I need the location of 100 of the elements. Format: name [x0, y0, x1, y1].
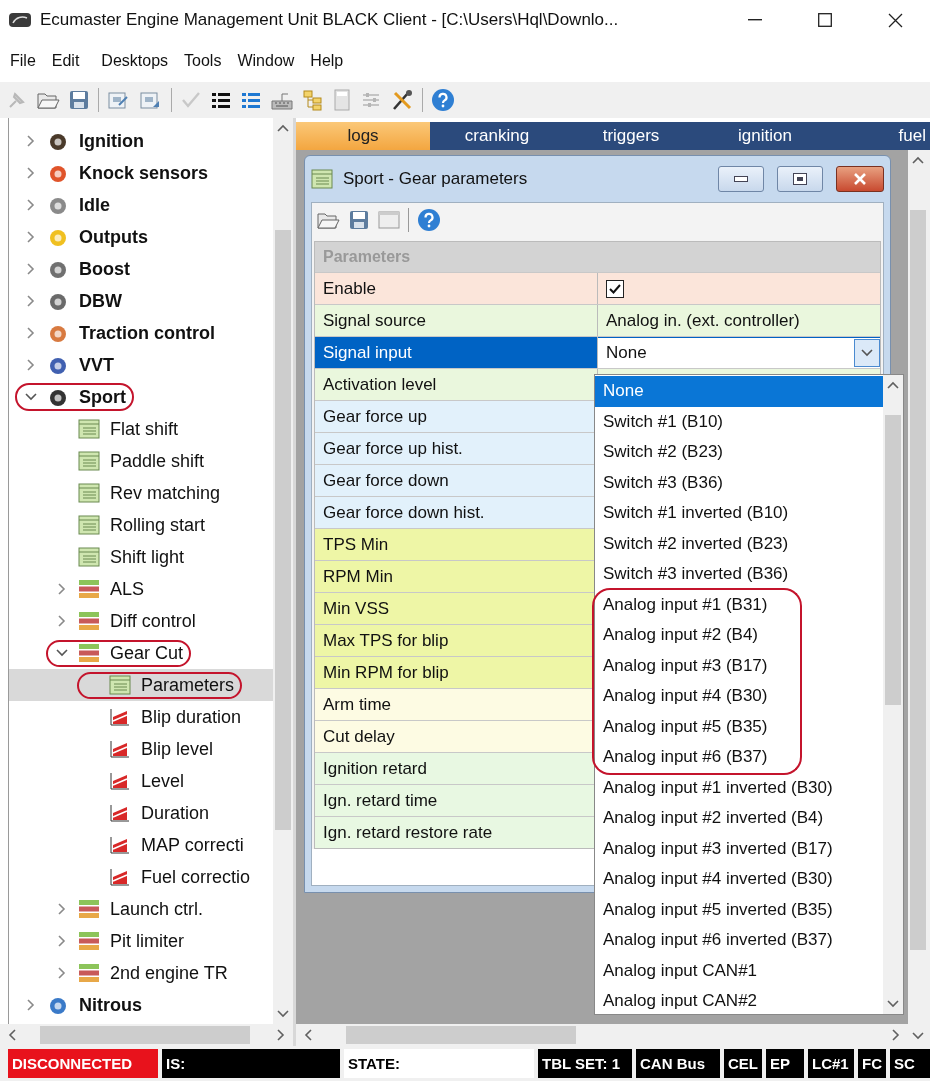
- dropdown-option[interactable]: Switch #3 inverted (B36): [595, 559, 883, 590]
- scroll-right-icon[interactable]: [892, 1029, 900, 1041]
- dropdown-option[interactable]: Analog input #4 (B30): [595, 681, 883, 712]
- chart-icon: [109, 803, 131, 823]
- save-icon[interactable]: [68, 89, 90, 111]
- tree-item[interactable]: VVT: [9, 349, 273, 381]
- status-field: IS:: [162, 1049, 340, 1078]
- help-icon[interactable]: [417, 208, 441, 232]
- tree-item[interactable]: ALS: [9, 573, 273, 605]
- stacked-bars-icon: [78, 899, 100, 919]
- tree-item[interactable]: Shift light: [9, 541, 273, 573]
- horizontal-scrollbar[interactable]: [296, 1024, 908, 1046]
- tree-item[interactable]: Launch ctrl.: [9, 893, 273, 925]
- help-icon[interactable]: [431, 88, 455, 112]
- save-icon[interactable]: [348, 209, 370, 231]
- document-icon[interactable]: [107, 89, 131, 111]
- tree-item[interactable]: Rolling start: [9, 509, 273, 541]
- tree-item[interactable]: 2nd engine TR: [9, 957, 273, 989]
- tree-item[interactable]: Level: [9, 765, 273, 797]
- dropdown-option[interactable]: Switch #2 inverted (B23): [595, 528, 883, 559]
- menu-item[interactable]: Help: [302, 52, 352, 70]
- dropdown-option[interactable]: Analog input #6 (B37): [595, 742, 883, 773]
- table-icon: [78, 483, 100, 503]
- status-field: DISCONNECTED: [8, 1049, 158, 1078]
- tree-item[interactable]: MAP correcti: [9, 829, 273, 861]
- vertical-scrollbar[interactable]: [883, 375, 903, 1014]
- app-logo-icon: [8, 11, 32, 29]
- scroll-up-icon[interactable]: [912, 156, 924, 164]
- scroll-down-icon[interactable]: [912, 1032, 924, 1040]
- scroll-down-icon[interactable]: [277, 1010, 289, 1018]
- stacked-bars-icon: [78, 643, 100, 663]
- menu-item[interactable]: Desktops: [93, 52, 177, 70]
- menu-item[interactable]: Window: [229, 52, 303, 70]
- dropdown-option[interactable]: Switch #1 (B10): [595, 406, 883, 437]
- dropdown-option[interactable]: Analog input #1 inverted (B30): [595, 772, 883, 803]
- checkbox[interactable]: [606, 279, 624, 298]
- tree-item[interactable]: Outputs: [9, 221, 273, 253]
- tree-item[interactable]: Paddle shift: [9, 445, 273, 477]
- dropdown-option[interactable]: Analog input #3 inverted (B17): [595, 833, 883, 864]
- tree-item[interactable]: Flat shift: [9, 413, 273, 445]
- tree-item[interactable]: Duration: [9, 797, 273, 829]
- tree-item[interactable]: DBW: [9, 285, 273, 317]
- tree-icon[interactable]: [302, 89, 324, 111]
- close-button[interactable]: [836, 166, 884, 192]
- tree-item[interactable]: Diff control: [9, 605, 273, 637]
- tree-item[interactable]: Blip level: [9, 733, 273, 765]
- dropdown-option[interactable]: Analog input #5 inverted (B35): [595, 894, 883, 925]
- tree-item[interactable]: Traction control: [9, 317, 273, 349]
- tree-item[interactable]: Knock sensors: [9, 157, 273, 189]
- minimize-icon[interactable]: [734, 176, 748, 182]
- restore-button[interactable]: [777, 166, 823, 192]
- menu-item[interactable]: Edit: [43, 52, 88, 70]
- dropdown-option[interactable]: Analog input #3 (B17): [595, 650, 883, 681]
- restore-icon[interactable]: [793, 173, 807, 185]
- status-field: CAN Bus: [636, 1049, 720, 1078]
- dropdown-option[interactable]: Analog input #6 inverted (B37): [595, 925, 883, 956]
- menu-item[interactable]: Tools: [176, 52, 230, 70]
- scroll-down-icon[interactable]: [887, 1000, 899, 1008]
- dropdown-option[interactable]: Analog input CAN#1: [595, 955, 883, 986]
- tools-icon[interactable]: [390, 89, 414, 111]
- minimize-icon[interactable]: [748, 19, 762, 21]
- dropdown-option[interactable]: None: [595, 376, 883, 407]
- tree-item[interactable]: Gear Cut: [9, 637, 273, 669]
- tree-item[interactable]: Pit limiter: [9, 925, 273, 957]
- tree-item[interactable]: Parameters: [9, 669, 273, 701]
- horizontal-scrollbar[interactable]: [0, 1024, 293, 1046]
- status-field: LC#1: [808, 1049, 854, 1078]
- chart-icon: [109, 707, 131, 727]
- tree-item[interactable]: Sport: [9, 381, 273, 413]
- tree-item[interactable]: Fuel correctio: [9, 861, 273, 893]
- dropdown-field[interactable]: None: [598, 337, 880, 368]
- close-icon[interactable]: [887, 12, 903, 28]
- dropdown-option[interactable]: Analog input #2 inverted (B4): [595, 803, 883, 834]
- dropdown-option[interactable]: Analog input #5 (B35): [595, 711, 883, 742]
- scroll-up-icon[interactable]: [887, 381, 899, 389]
- scroll-right-icon[interactable]: [277, 1029, 285, 1041]
- dropdown-option[interactable]: Switch #1 inverted (B10): [595, 498, 883, 529]
- tree-item[interactable]: Rev matching: [9, 477, 273, 509]
- status-field: SC: [890, 1049, 930, 1078]
- scroll-left-icon[interactable]: [8, 1029, 16, 1041]
- dropdown-option[interactable]: Analog input #4 inverted (B30): [595, 864, 883, 895]
- dropdown-option[interactable]: Switch #3 (B36): [595, 467, 883, 498]
- tree-item[interactable]: Boost: [9, 253, 273, 285]
- tree-item[interactable]: Nitrous: [9, 989, 273, 1021]
- dropdown-option[interactable]: Analog input #2 (B4): [595, 620, 883, 651]
- minimize-button[interactable]: [718, 166, 764, 192]
- section-header: Parameters: [315, 242, 880, 272]
- scroll-left-icon[interactable]: [304, 1029, 312, 1041]
- maximize-icon[interactable]: [818, 13, 832, 27]
- dropdown-list[interactable]: [594, 374, 904, 1015]
- tree-item[interactable]: Blip duration: [9, 701, 273, 733]
- tree-item[interactable]: Ignition: [9, 125, 273, 157]
- dropdown-option[interactable]: Analog input CAN#2: [595, 986, 883, 1017]
- table-icon: [109, 675, 131, 695]
- dropdown-option[interactable]: Analog input #1 (B31): [595, 589, 883, 620]
- tab[interactable]: logs: [296, 122, 430, 150]
- scroll-up-icon[interactable]: [277, 124, 289, 132]
- tree-item[interactable]: Idle: [9, 189, 273, 221]
- menu-item[interactable]: File: [2, 52, 44, 70]
- dropdown-option[interactable]: Switch #2 (B23): [595, 437, 883, 468]
